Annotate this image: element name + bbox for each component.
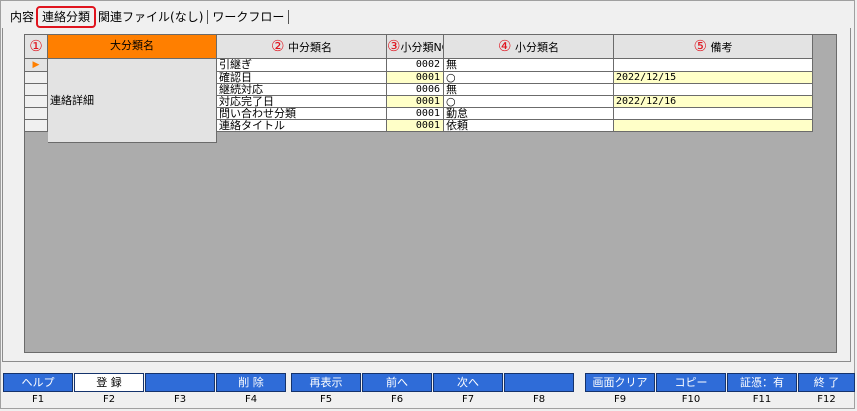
- column-header-major-label: 大分類名: [110, 39, 154, 52]
- annotation-5: ⑤: [693, 37, 707, 55]
- middle-cell[interactable]: 対応完了日: [217, 96, 387, 108]
- minor-name-cell[interactable]: 依頼: [444, 120, 614, 132]
- category-grid[interactable]: ① 大分類名 ② 中分類名 ③小分類NO ④ 小分類名 ⑤ 備考 ▶ 連絡詳細 …: [24, 34, 837, 353]
- minor-name-cell[interactable]: ○: [444, 96, 614, 108]
- row-selector-4[interactable]: [25, 96, 48, 108]
- middle-cell[interactable]: 確認日: [217, 72, 387, 84]
- annotation-3: ③: [387, 37, 401, 55]
- row-pointer-icon: ▶: [32, 60, 40, 70]
- exit-button[interactable]: 終 了: [798, 373, 855, 392]
- fkey-label-f12: F12: [817, 394, 836, 405]
- column-header-note[interactable]: ⑤ 備考: [614, 35, 813, 59]
- row-selector-1[interactable]: ▶: [25, 59, 48, 72]
- fkey-label-f10: F10: [681, 394, 701, 405]
- minor-no-cell[interactable]: 0001: [387, 72, 444, 84]
- note-cell[interactable]: 2022/12/16: [614, 96, 813, 108]
- help-button[interactable]: ヘルプ: [3, 373, 73, 392]
- column-header-minor-no-label: 小分類NO: [400, 41, 443, 54]
- fkey-label-f9: F9: [613, 394, 627, 405]
- minor-no-cell[interactable]: 0001: [387, 108, 444, 120]
- fkey-label-f8: F8: [532, 394, 546, 405]
- function-key-bar: ヘルプ F1 登 録 F2 F3 削 除 F4 再表示 F5 前へ F6 次へ …: [0, 373, 857, 411]
- major-category-value: 連絡詳細: [50, 94, 94, 107]
- column-header-minor-no[interactable]: ③小分類NO: [387, 35, 444, 59]
- column-header-middle-label: 中分類名: [287, 41, 332, 54]
- note-cell[interactable]: [614, 84, 813, 96]
- tab-content[interactable]: 内容: [8, 8, 36, 26]
- minor-name-cell[interactable]: 無: [444, 59, 614, 72]
- tab-workflow[interactable]: ワークフロー: [210, 8, 286, 26]
- tab-bar: 内容 連絡分類 関連ファイル(なし) ワークフロー: [8, 6, 291, 28]
- note-cell[interactable]: 2022/12/15: [614, 72, 813, 84]
- fkey-label-f2: F2: [102, 394, 116, 405]
- row-selector-2[interactable]: [25, 72, 48, 84]
- column-header-minor-name-label: 小分類名: [514, 41, 559, 54]
- minor-no-cell[interactable]: 0006: [387, 84, 444, 96]
- row-selector-3[interactable]: [25, 84, 48, 96]
- fkey-label-f7: F7: [461, 394, 475, 405]
- annotation-2: ②: [271, 37, 285, 55]
- row-selector-6[interactable]: [25, 120, 48, 132]
- f8-button[interactable]: [504, 373, 574, 392]
- minor-no-cell[interactable]: 0002: [387, 59, 444, 72]
- f3-button[interactable]: [145, 373, 215, 392]
- clear-screen-button[interactable]: 画面クリア: [585, 373, 655, 392]
- fkey-label-f6: F6: [390, 394, 404, 405]
- major-category-cell[interactable]: 連絡詳細: [48, 59, 217, 143]
- minor-no-cell[interactable]: 0001: [387, 96, 444, 108]
- row-selector-5[interactable]: [25, 108, 48, 120]
- tab-contact-category[interactable]: 連絡分類: [36, 6, 97, 28]
- note-cell[interactable]: [614, 120, 813, 132]
- fkey-label-f11: F11: [752, 394, 772, 405]
- middle-cell[interactable]: 問い合わせ分類: [217, 108, 387, 120]
- fkey-label-f1: F1: [31, 394, 45, 405]
- previous-button[interactable]: 前へ: [362, 373, 432, 392]
- column-header-minor-name[interactable]: ④ 小分類名: [444, 35, 614, 59]
- note-cell[interactable]: [614, 108, 813, 120]
- delete-button[interactable]: 削 除: [216, 373, 286, 392]
- fkey-label-f3: F3: [173, 394, 187, 405]
- tab-separator: [288, 10, 290, 24]
- annotation-1: ①: [29, 37, 43, 55]
- minor-name-cell[interactable]: 勤怠: [444, 108, 614, 120]
- middle-cell[interactable]: 連絡タイトル: [217, 120, 387, 132]
- middle-cell[interactable]: 引継ぎ: [217, 59, 387, 72]
- refresh-button[interactable]: 再表示: [291, 373, 361, 392]
- minor-name-cell[interactable]: ○: [444, 72, 614, 84]
- copy-button[interactable]: コピー: [656, 373, 726, 392]
- fkey-label-f5: F5: [319, 394, 333, 405]
- evidence-button[interactable]: 証憑：有: [727, 373, 797, 392]
- annotation-4: ④: [498, 37, 512, 55]
- fkey-label-f4: F4: [244, 394, 258, 405]
- tab-separator: [207, 10, 209, 24]
- register-button[interactable]: 登 録: [74, 373, 144, 392]
- minor-no-cell[interactable]: 0001: [387, 120, 444, 132]
- middle-cell[interactable]: 継続対応: [217, 84, 387, 96]
- tab-related-files[interactable]: 関連ファイル(なし): [96, 8, 205, 26]
- column-header-middle[interactable]: ② 中分類名: [217, 35, 387, 59]
- column-header-note-label: 備考: [710, 41, 733, 54]
- row-header-corner: ①: [25, 35, 48, 59]
- note-cell[interactable]: [614, 59, 813, 72]
- column-header-major[interactable]: 大分類名: [48, 35, 217, 59]
- next-button[interactable]: 次へ: [433, 373, 503, 392]
- minor-name-cell[interactable]: 無: [444, 84, 614, 96]
